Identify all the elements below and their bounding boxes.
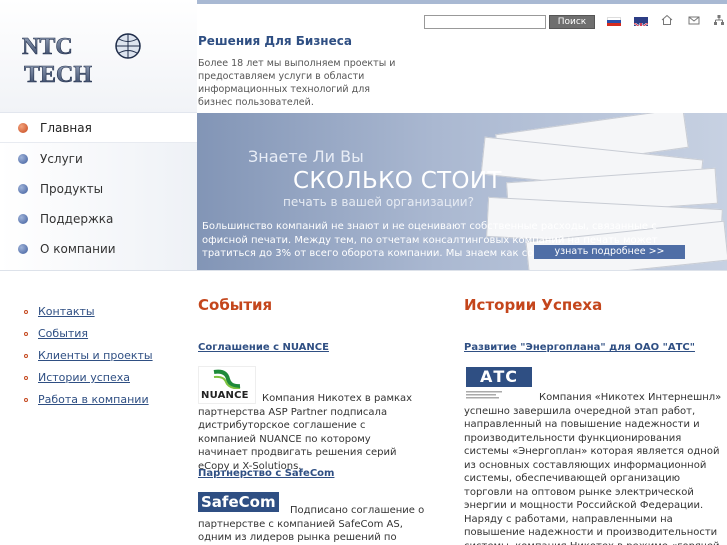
sitemap-icon[interactable] — [712, 14, 726, 28]
divider — [0, 270, 727, 271]
nav-item-label: Продукты — [40, 182, 104, 196]
bullet-icon — [24, 354, 28, 358]
article-link-safecom[interactable]: Партнерство с SafeCom — [198, 468, 334, 479]
logo-area: NTC TECH — [0, 0, 197, 113]
nav-item-label: Поддержка — [40, 212, 114, 226]
nav-item-label: О компании — [40, 242, 116, 256]
article-text-nuance: Компания Никотех в рамках партнерства AS… — [198, 393, 413, 472]
article-text-ats: Компания «Никотех Интернешнл» успешно за… — [464, 392, 722, 545]
article-link-nuance[interactable]: Соглашение с NUANCE — [198, 342, 329, 353]
link-success-stories[interactable]: Истории успеха — [38, 371, 130, 384]
svg-text:NTC: NTC — [22, 34, 73, 60]
bullet-icon — [24, 398, 28, 402]
learn-more-button[interactable]: узнать подробнее >> — [534, 245, 685, 259]
bullet-icon — [24, 310, 28, 314]
link-clients[interactable]: Клиенты и проекты — [38, 349, 153, 362]
flag-gb-icon[interactable] — [634, 17, 648, 26]
bullet-icon — [18, 244, 28, 254]
nav-item-home[interactable]: Главная — [0, 113, 197, 143]
bullet-icon — [18, 214, 28, 224]
bullet-icon — [24, 332, 28, 336]
tagline-text: Более 18 лет мы выполняем проекты и пред… — [198, 58, 396, 108]
promo-banner: Знаете Ли Вы СКОЛЬКО СТОИТ печать в ваше… — [197, 113, 727, 270]
bullet-icon — [24, 376, 28, 380]
bullet-icon — [18, 154, 28, 164]
banner-line-3: печать в вашей организации? — [283, 195, 474, 209]
nav-item-label: Главная — [40, 120, 92, 135]
nav-item-about[interactable]: О компании — [0, 234, 197, 264]
link-events[interactable]: События — [38, 327, 88, 340]
bullet-icon — [18, 122, 28, 133]
main-nav: Главная Услуги Продукты Поддержка О комп… — [0, 113, 197, 270]
success-heading: Истории Успеха — [464, 296, 603, 314]
ats-logo-text: АТС — [466, 367, 532, 387]
nav-item-label: Услуги — [40, 152, 83, 166]
svg-text:TECH: TECH — [24, 62, 92, 86]
article-link-ats[interactable]: Развитие "Энергоплана" для ОАО "АТС" — [464, 342, 695, 353]
bullet-icon — [18, 184, 28, 194]
events-heading: События — [198, 296, 273, 314]
banner-headline: СКОЛЬКО СТОИТ — [293, 168, 502, 194]
flag-ru-icon[interactable] — [607, 17, 621, 26]
nav-item-services[interactable]: Услуги — [0, 144, 197, 174]
search-button[interactable]: Поиск — [549, 15, 595, 29]
company-logo[interactable]: NTC TECH — [20, 30, 148, 86]
search-input[interactable] — [424, 15, 546, 29]
link-contacts[interactable]: Контакты — [38, 305, 95, 318]
mail-icon[interactable] — [687, 14, 701, 28]
link-careers[interactable]: Работа в компании — [38, 393, 149, 406]
article-text-safecom: Подписано соглашение о партнерстве с ком… — [198, 505, 425, 543]
nav-item-support[interactable]: Поддержка — [0, 204, 197, 234]
home-icon[interactable] — [660, 14, 674, 28]
nav-item-products[interactable]: Продукты — [0, 174, 197, 204]
banner-line-1: Знаете Ли Вы — [248, 147, 364, 166]
tagline-title: Решения Для Бизнеса — [198, 34, 352, 48]
